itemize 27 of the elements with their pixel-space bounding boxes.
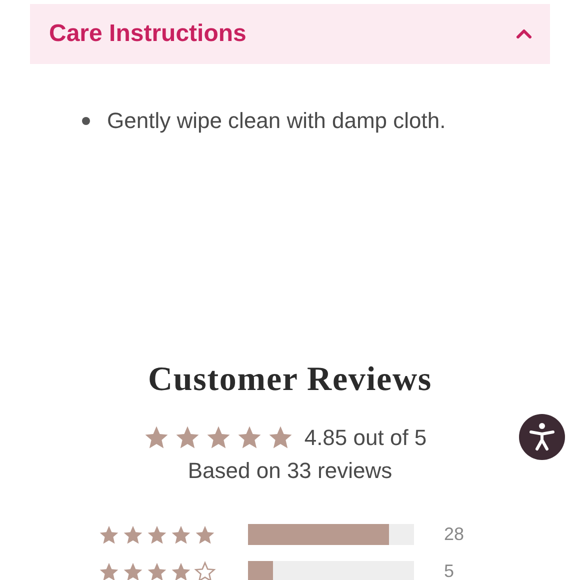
bullet-icon: [82, 116, 90, 124]
star-icon: [98, 524, 120, 546]
star-outline-icon: [194, 560, 216, 580]
star-icon: [170, 560, 192, 580]
accessibility-button[interactable]: [519, 414, 565, 460]
care-item: Gently wipe clean with damp cloth.: [107, 107, 446, 135]
star-icon: [267, 424, 294, 451]
star-icon: [122, 524, 144, 546]
star-icon: [146, 524, 168, 546]
star-icon: [143, 424, 170, 451]
star-icon: [98, 560, 120, 580]
star-icon: [236, 424, 264, 451]
review-count: Based on 33 reviews: [188, 457, 392, 485]
star-icon: [122, 560, 144, 580]
star-icon: [174, 424, 202, 451]
average-rating: 4.85 out of 5: [304, 424, 427, 452]
star-icon: [205, 424, 232, 451]
star-icon: [146, 560, 168, 580]
section-title: Care Instructions: [49, 19, 246, 49]
rating-count: 5: [444, 560, 454, 580]
rating-count: 28: [444, 523, 464, 546]
chevron-up-icon: [516, 29, 532, 39]
star-icon: [194, 524, 216, 546]
accessibility-icon: [528, 422, 556, 452]
star-icon: [170, 524, 192, 546]
reviews-heading: Customer Reviews: [148, 360, 432, 400]
accordion-header[interactable]: Care Instructions: [30, 4, 550, 64]
